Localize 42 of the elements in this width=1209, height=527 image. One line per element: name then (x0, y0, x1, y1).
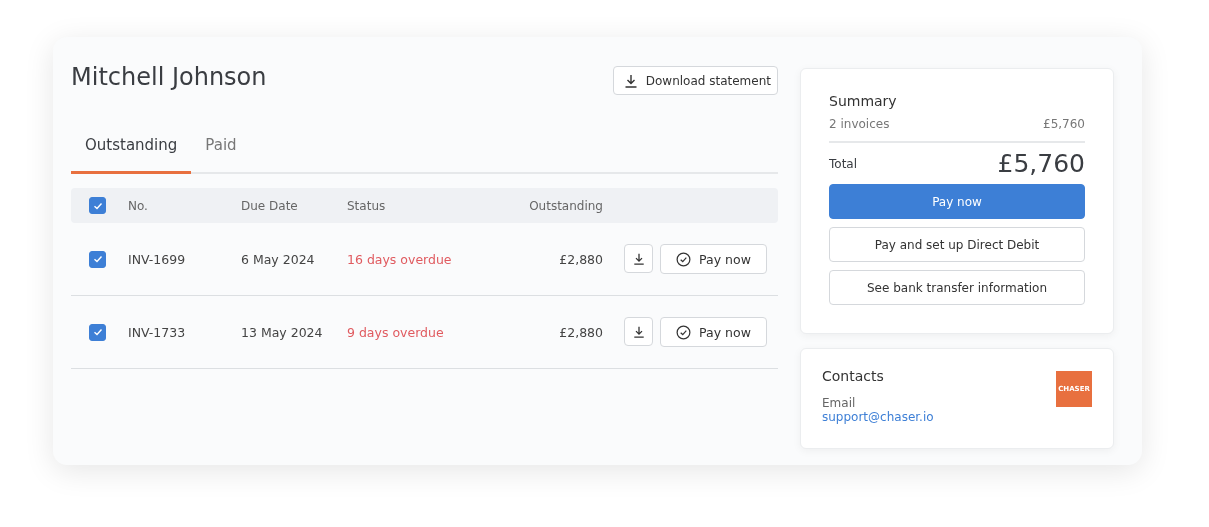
amount: £2,880 (558, 324, 603, 340)
download-button[interactable] (624, 317, 653, 346)
amount: £2,880 (558, 251, 603, 267)
download-icon (632, 325, 645, 338)
column-header: Due Date (241, 198, 299, 213)
download-button[interactable] (624, 244, 653, 273)
check-icon (92, 200, 103, 211)
customer-name: Mitchell Johnson (71, 62, 267, 91)
column-header: No. (128, 198, 149, 213)
email-link[interactable]: support@chaser.io (822, 410, 934, 424)
email-label: Email (822, 396, 857, 410)
contacts-title: Contacts (822, 368, 885, 384)
check-circle-icon (676, 251, 692, 267)
status-text: 9 days overdue (347, 324, 445, 340)
due-date: 13 May 2024 (241, 324, 324, 340)
tab[interactable]: Outstanding (71, 125, 192, 174)
select-all-checkbox[interactable] (89, 197, 106, 214)
invoice-amount: £5,760 (1043, 117, 1085, 131)
check-icon (92, 254, 103, 264)
check-icon (92, 327, 103, 337)
payment-button[interactable]: Pay now (829, 184, 1085, 219)
tab[interactable]: Paid (191, 125, 251, 174)
check-circle-icon (676, 324, 692, 340)
total-amount: £5,760 (997, 149, 1085, 178)
total-label: Total (829, 156, 858, 171)
status-text: 16 days overdue (347, 251, 453, 267)
download-icon (632, 252, 645, 265)
pay-now-button[interactable]: Pay now (660, 317, 767, 347)
download-statement-button[interactable]: Download statement (612, 66, 778, 95)
invoice-number: INV-1733 (128, 324, 187, 340)
summary-title: Summary (829, 93, 898, 109)
payment-button[interactable]: See bank transfer information (829, 270, 1085, 305)
row-checkbox[interactable] (89, 250, 106, 268)
invoice-count: 2 invoices (829, 117, 890, 131)
row-checkbox[interactable] (89, 323, 106, 341)
column-header: Outstanding (528, 198, 603, 213)
due-date: 6 May 2024 (241, 251, 316, 267)
invoice-number: INV-1699 (128, 251, 187, 267)
column-header: Status (347, 198, 387, 213)
payment-button[interactable]: Pay and set up Direct Debit (829, 227, 1085, 262)
download-icon (623, 73, 638, 88)
pay-now-button[interactable]: Pay now (660, 244, 767, 274)
